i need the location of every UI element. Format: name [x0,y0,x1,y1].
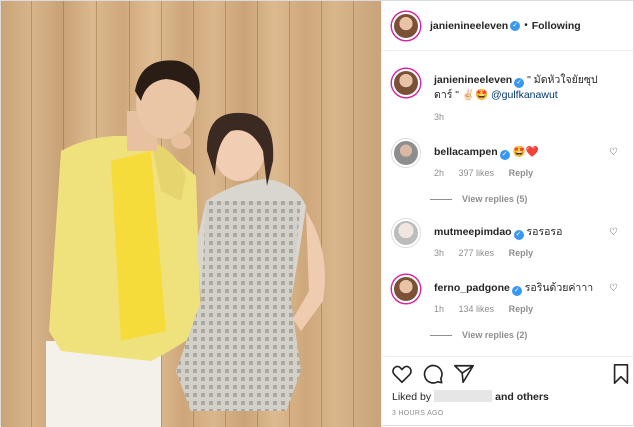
comment-body: bellacampen ✓ 🤩❤️ [434,145,614,160]
comment-body: ferno_padgone ✓ รอรินด้วยค่าาา [434,281,614,296]
instagram-post: janienineeleven ✓ • Following janieninee… [0,0,634,427]
comment-time: 3h [434,248,445,258]
liked-by: Liked by and others [392,390,549,403]
liked-by-suffix[interactable]: and others [495,391,549,403]
comment-time: 1h [434,304,445,314]
comment-meta: 1h 134 likes Reply [434,304,545,314]
comment-meta: 2h 397 likes Reply [434,168,545,178]
view-replies-line [430,199,452,201]
caption-username[interactable]: janienineeleven [434,74,512,86]
liked-by-prefix: Liked by [392,391,432,403]
paper-plane-icon[interactable] [453,363,475,385]
following-button[interactable]: Following [532,20,581,32]
comment-text: 🤩❤️ [512,146,539,158]
caption-body: janienineeleven ✓ " มัดหัวใจยัยซุปดาร์ " … [434,73,614,102]
post-header: janienineeleven ✓ • Following [382,1,634,51]
caption-mention-link[interactable]: @gulfkanawut [491,89,558,101]
comments-list[interactable]: janienineeleven ✓ " มัดหัวใจยัยซุปดาร์ " … [382,51,634,356]
verified-badge-icon: ✓ [499,150,510,160]
reply-button[interactable]: Reply [509,248,534,258]
author-avatar[interactable] [392,11,420,40]
comment-likes[interactable]: 397 likes [459,168,495,178]
people-illustration [46,60,325,427]
view-replies-label: View replies (5) [462,194,528,204]
reply-button[interactable]: Reply [509,168,534,178]
reply-button[interactable]: Reply [509,304,534,314]
view-replies-button[interactable]: View replies (5) [430,194,528,204]
comment-time: 2h [434,168,445,178]
author-avatar[interactable] [392,69,420,97]
commenter-avatar[interactable] [392,219,420,247]
verified-badge-icon: ✓ [511,286,522,296]
verified-badge-icon: ✓ [513,230,524,240]
comment-meta: 3h 277 likes Reply [434,248,545,258]
caption-time: 3h [434,112,445,122]
comment-likes[interactable]: 134 likes [459,304,495,314]
liked-by-redacted-user[interactable] [434,390,493,402]
post-photo[interactable] [1,1,381,427]
comment-heart-icon[interactable]: ♡ [609,227,618,238]
header-separator: • [524,20,528,31]
comment-username[interactable]: ferno_padgone [434,282,510,294]
comment-username[interactable]: bellacampen [434,146,498,158]
commenter-avatar[interactable] [392,275,420,303]
view-replies-label: View replies (2) [462,330,528,340]
comment-username[interactable]: mutmeepimdao [434,226,512,238]
comment-likes[interactable]: 277 likes [459,248,495,258]
bookmark-icon[interactable] [610,363,632,385]
comment-text: รอรินด้วยค่าาา [524,282,594,294]
verified-badge-icon: ✓ [510,20,521,31]
man-hand [171,133,191,149]
comment-heart-icon[interactable]: ♡ [609,283,618,294]
post-timestamp[interactable]: 3 HOURS AGO [392,410,444,417]
comment-heart-icon[interactable]: ♡ [609,147,618,158]
view-replies-line [430,335,452,337]
heart-icon[interactable] [391,363,413,385]
view-replies-button[interactable]: View replies (2) [430,330,528,340]
comment-text: รอรอรอ [526,226,563,238]
comment-body: mutmeepimdao ✓ รอรอรอ [434,225,614,240]
post-actions: Liked by and others 3 HOURS AGO [382,356,634,427]
author-username[interactable]: janienineeleven [430,20,508,32]
verified-badge-icon: ✓ [514,78,525,88]
comment-bubble-icon[interactable] [422,363,444,385]
post-sidebar: janienineeleven ✓ • Following janieninee… [381,1,634,427]
caption-meta: 3h [434,112,456,122]
commenter-avatar[interactable] [392,139,420,167]
